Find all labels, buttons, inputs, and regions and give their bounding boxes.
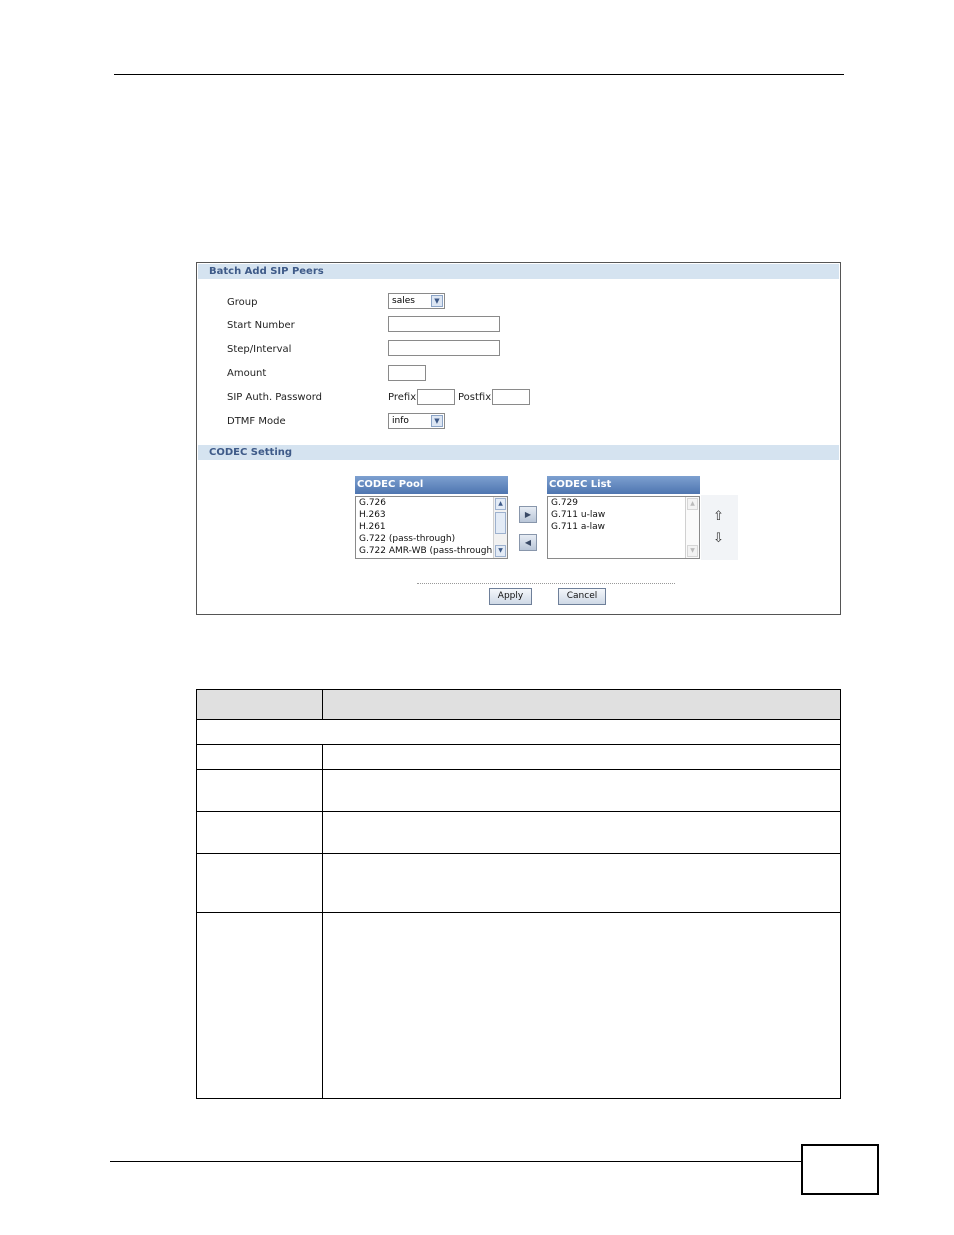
codec-pool-item[interactable]: G.722 (pass-through) bbox=[356, 533, 507, 545]
codec-order-area bbox=[701, 495, 738, 560]
chevron-down-icon: ▼ bbox=[431, 295, 443, 307]
table-header-row bbox=[197, 690, 840, 720]
button-divider bbox=[417, 583, 675, 584]
group-select-value: sales bbox=[392, 296, 415, 306]
arrow-down-icon[interactable]: ⇩ bbox=[713, 531, 724, 546]
codec-pool-item[interactable]: H.263 bbox=[356, 509, 507, 521]
scroll-down-icon[interactable]: ▼ bbox=[495, 545, 506, 557]
column-divider bbox=[322, 745, 323, 1098]
postfix-label: Postfix bbox=[458, 392, 492, 403]
step-interval-label: Step/Interval bbox=[227, 344, 292, 355]
start-number-input[interactable] bbox=[388, 316, 500, 332]
group-label: Group bbox=[227, 297, 258, 308]
scroll-up-icon[interactable]: ▲ bbox=[495, 498, 506, 510]
codec-setting-title: CODEC Setting bbox=[198, 445, 839, 460]
scroll-thumb[interactable] bbox=[495, 512, 506, 534]
codec-pool-scrollbar[interactable]: ▲ ▼ bbox=[493, 497, 507, 558]
amount-input[interactable] bbox=[388, 365, 426, 381]
codec-pool-list[interactable]: G.726 H.263 H.261 G.722 (pass-through) G… bbox=[355, 496, 508, 559]
codec-pool-item[interactable]: G.722 AMR-WB (pass-through) bbox=[356, 545, 507, 557]
codec-pool-item[interactable]: G.726 bbox=[356, 497, 507, 509]
codec-list-title: CODEC List bbox=[547, 476, 700, 494]
scroll-up-icon[interactable]: ▲ bbox=[687, 498, 698, 510]
postfix-input[interactable] bbox=[492, 389, 530, 405]
amount-label: Amount bbox=[227, 368, 267, 379]
chevron-down-icon: ▼ bbox=[431, 415, 443, 427]
prefix-input[interactable] bbox=[417, 389, 455, 405]
table-row bbox=[197, 770, 840, 812]
codec-list-item[interactable]: G.711 u-law bbox=[548, 509, 699, 521]
description-table bbox=[196, 689, 841, 1099]
codec-list[interactable]: G.729 G.711 u-law G.711 a-law ▲ ▼ bbox=[547, 496, 700, 559]
apply-button[interactable]: Apply bbox=[489, 588, 532, 605]
remove-codec-button[interactable]: ◀ bbox=[519, 534, 537, 551]
table-row bbox=[197, 812, 840, 854]
codec-list-item[interactable]: G.711 a-law bbox=[548, 521, 699, 533]
sip-auth-password-label: SIP Auth. Password bbox=[227, 392, 323, 403]
page-number-box bbox=[801, 1144, 879, 1195]
dtmf-mode-label: DTMF Mode bbox=[227, 416, 286, 427]
table-section-row bbox=[197, 720, 840, 745]
add-codec-button[interactable]: ▶ bbox=[519, 506, 537, 523]
header-rule bbox=[114, 74, 844, 75]
codec-pool-title: CODEC Pool bbox=[355, 476, 508, 494]
prefix-label: Prefix bbox=[388, 392, 417, 403]
cancel-button[interactable]: Cancel bbox=[558, 588, 606, 605]
step-interval-input[interactable] bbox=[388, 340, 500, 356]
scroll-down-icon[interactable]: ▼ bbox=[687, 545, 698, 557]
group-select[interactable]: sales ▼ bbox=[388, 293, 445, 309]
codec-list-scrollbar[interactable]: ▲ ▼ bbox=[685, 497, 699, 558]
column-divider bbox=[322, 690, 323, 720]
dtmf-mode-select-value: info bbox=[392, 416, 409, 426]
codec-pool-item[interactable]: H.261 bbox=[356, 521, 507, 533]
arrow-right-icon: ▶ bbox=[524, 510, 532, 519]
start-number-label: Start Number bbox=[227, 320, 295, 331]
table-row bbox=[197, 854, 840, 913]
dtmf-mode-select[interactable]: info ▼ bbox=[388, 413, 445, 429]
codec-list-item[interactable]: G.729 bbox=[548, 497, 699, 509]
arrow-left-icon: ◀ bbox=[524, 538, 532, 547]
arrow-up-icon[interactable]: ⇧ bbox=[713, 509, 724, 524]
batch-add-sip-peers-title: Batch Add SIP Peers bbox=[198, 264, 839, 279]
batch-add-sip-peers-panel: Batch Add SIP Peers Group sales ▼ Start … bbox=[196, 262, 841, 615]
footer-rule bbox=[110, 1161, 802, 1162]
table-row bbox=[197, 745, 840, 770]
